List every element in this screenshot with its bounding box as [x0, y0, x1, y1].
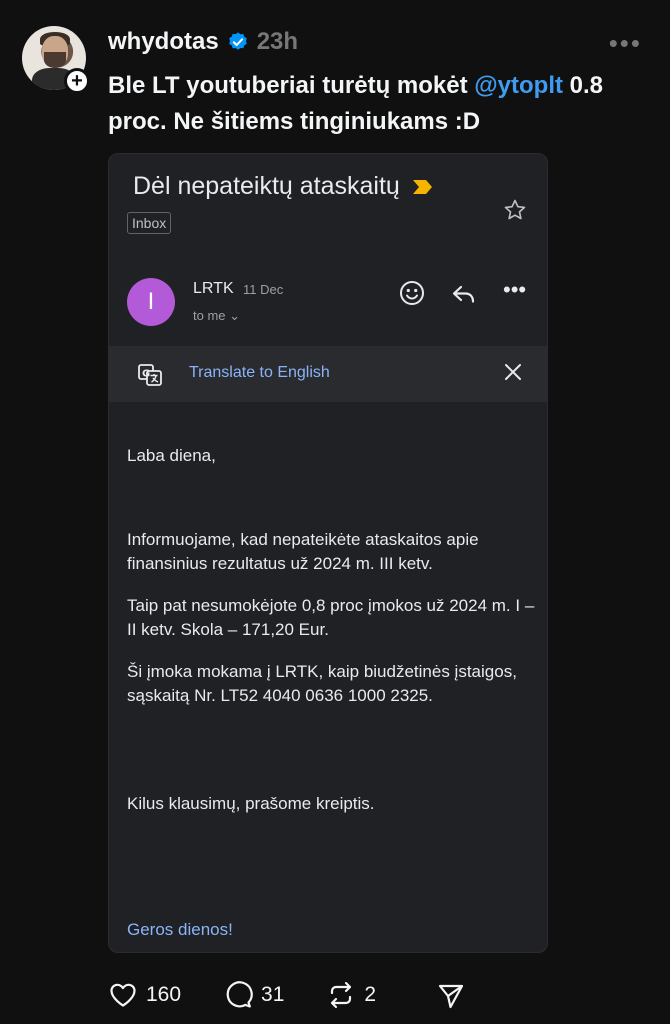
email-paragraph: Taip pat nesumokėjote 0,8 proc įmokos už… [127, 596, 535, 639]
email-signoff: Geros dienos! [127, 920, 233, 939]
email-paragraph: Ši įmoka mokama į LRTK, kaip biudžetinės… [127, 662, 517, 705]
author-avatar-wrap[interactable]: + [22, 26, 90, 94]
email-subject: Dėl nepateiktų ataskaitų [133, 172, 400, 200]
sender-name: LRTK [193, 280, 234, 297]
email-more-icon: ••• [503, 277, 527, 302]
post-actions: 160 31 2 [108, 980, 418, 1010]
emoji-icon [400, 281, 424, 305]
svg-text:G: G [142, 369, 150, 380]
reply-button[interactable]: 31 [223, 980, 284, 1010]
username[interactable]: whydotas [108, 28, 219, 56]
avatar-beard [44, 52, 66, 68]
email-greeting: Laba diena, [127, 446, 216, 465]
share-icon[interactable] [437, 982, 465, 1010]
more-icon[interactable]: ••• [609, 28, 642, 59]
recipient: to me ⌄ [193, 308, 240, 324]
email-screenshot[interactable]: Dėl nepateiktų ataskaitų Inbox I LRTK 11… [108, 153, 548, 953]
repost-button[interactable]: 2 [326, 980, 376, 1010]
email-date: 11 Dec [243, 282, 284, 297]
post-header: whydotas 23h [108, 28, 298, 56]
verified-icon [228, 32, 247, 50]
mention-link[interactable]: @ytoplt [474, 72, 563, 99]
email-paragraph: Informuojame, kad nepateikėte ataskaitos… [127, 530, 479, 573]
repost-count: 2 [364, 983, 377, 1006]
like-count: 160 [146, 983, 182, 1006]
translate-bar: G Translate to English [109, 346, 547, 402]
chevron-down-icon: ⌄ [229, 308, 241, 323]
close-icon [505, 364, 521, 380]
sender-avatar: I [127, 278, 175, 326]
email-paragraph: Kilus klausimų, prašome kreiptis. [127, 794, 375, 813]
timestamp: 23h [256, 28, 299, 55]
reply-icon [452, 285, 475, 303]
translate-link: Translate to English [189, 364, 330, 381]
repost-icon [331, 981, 352, 1009]
threads-post: + whydotas 23h ••• Ble LT youtuberiai tu… [0, 0, 670, 1024]
email-subject-row: Dėl nepateiktų ataskaitų [133, 172, 434, 201]
recipient-text: to me [193, 308, 226, 323]
star-icon [504, 199, 526, 220]
post-text-before: Ble LT youtuberiai turėtų mokėt [108, 72, 475, 99]
comment-icon [226, 981, 253, 1008]
translate-icon: G [138, 364, 162, 386]
important-marker-icon [412, 179, 432, 194]
post-text: Ble LT youtuberiai turėtų mokėt @ytoplt … [108, 68, 648, 140]
inbox-label: Inbox [127, 212, 172, 234]
reply-count: 31 [261, 983, 285, 1006]
heart-icon [110, 983, 136, 1007]
like-button[interactable]: 160 [108, 980, 181, 1010]
follow-plus-icon[interactable]: + [64, 68, 90, 94]
